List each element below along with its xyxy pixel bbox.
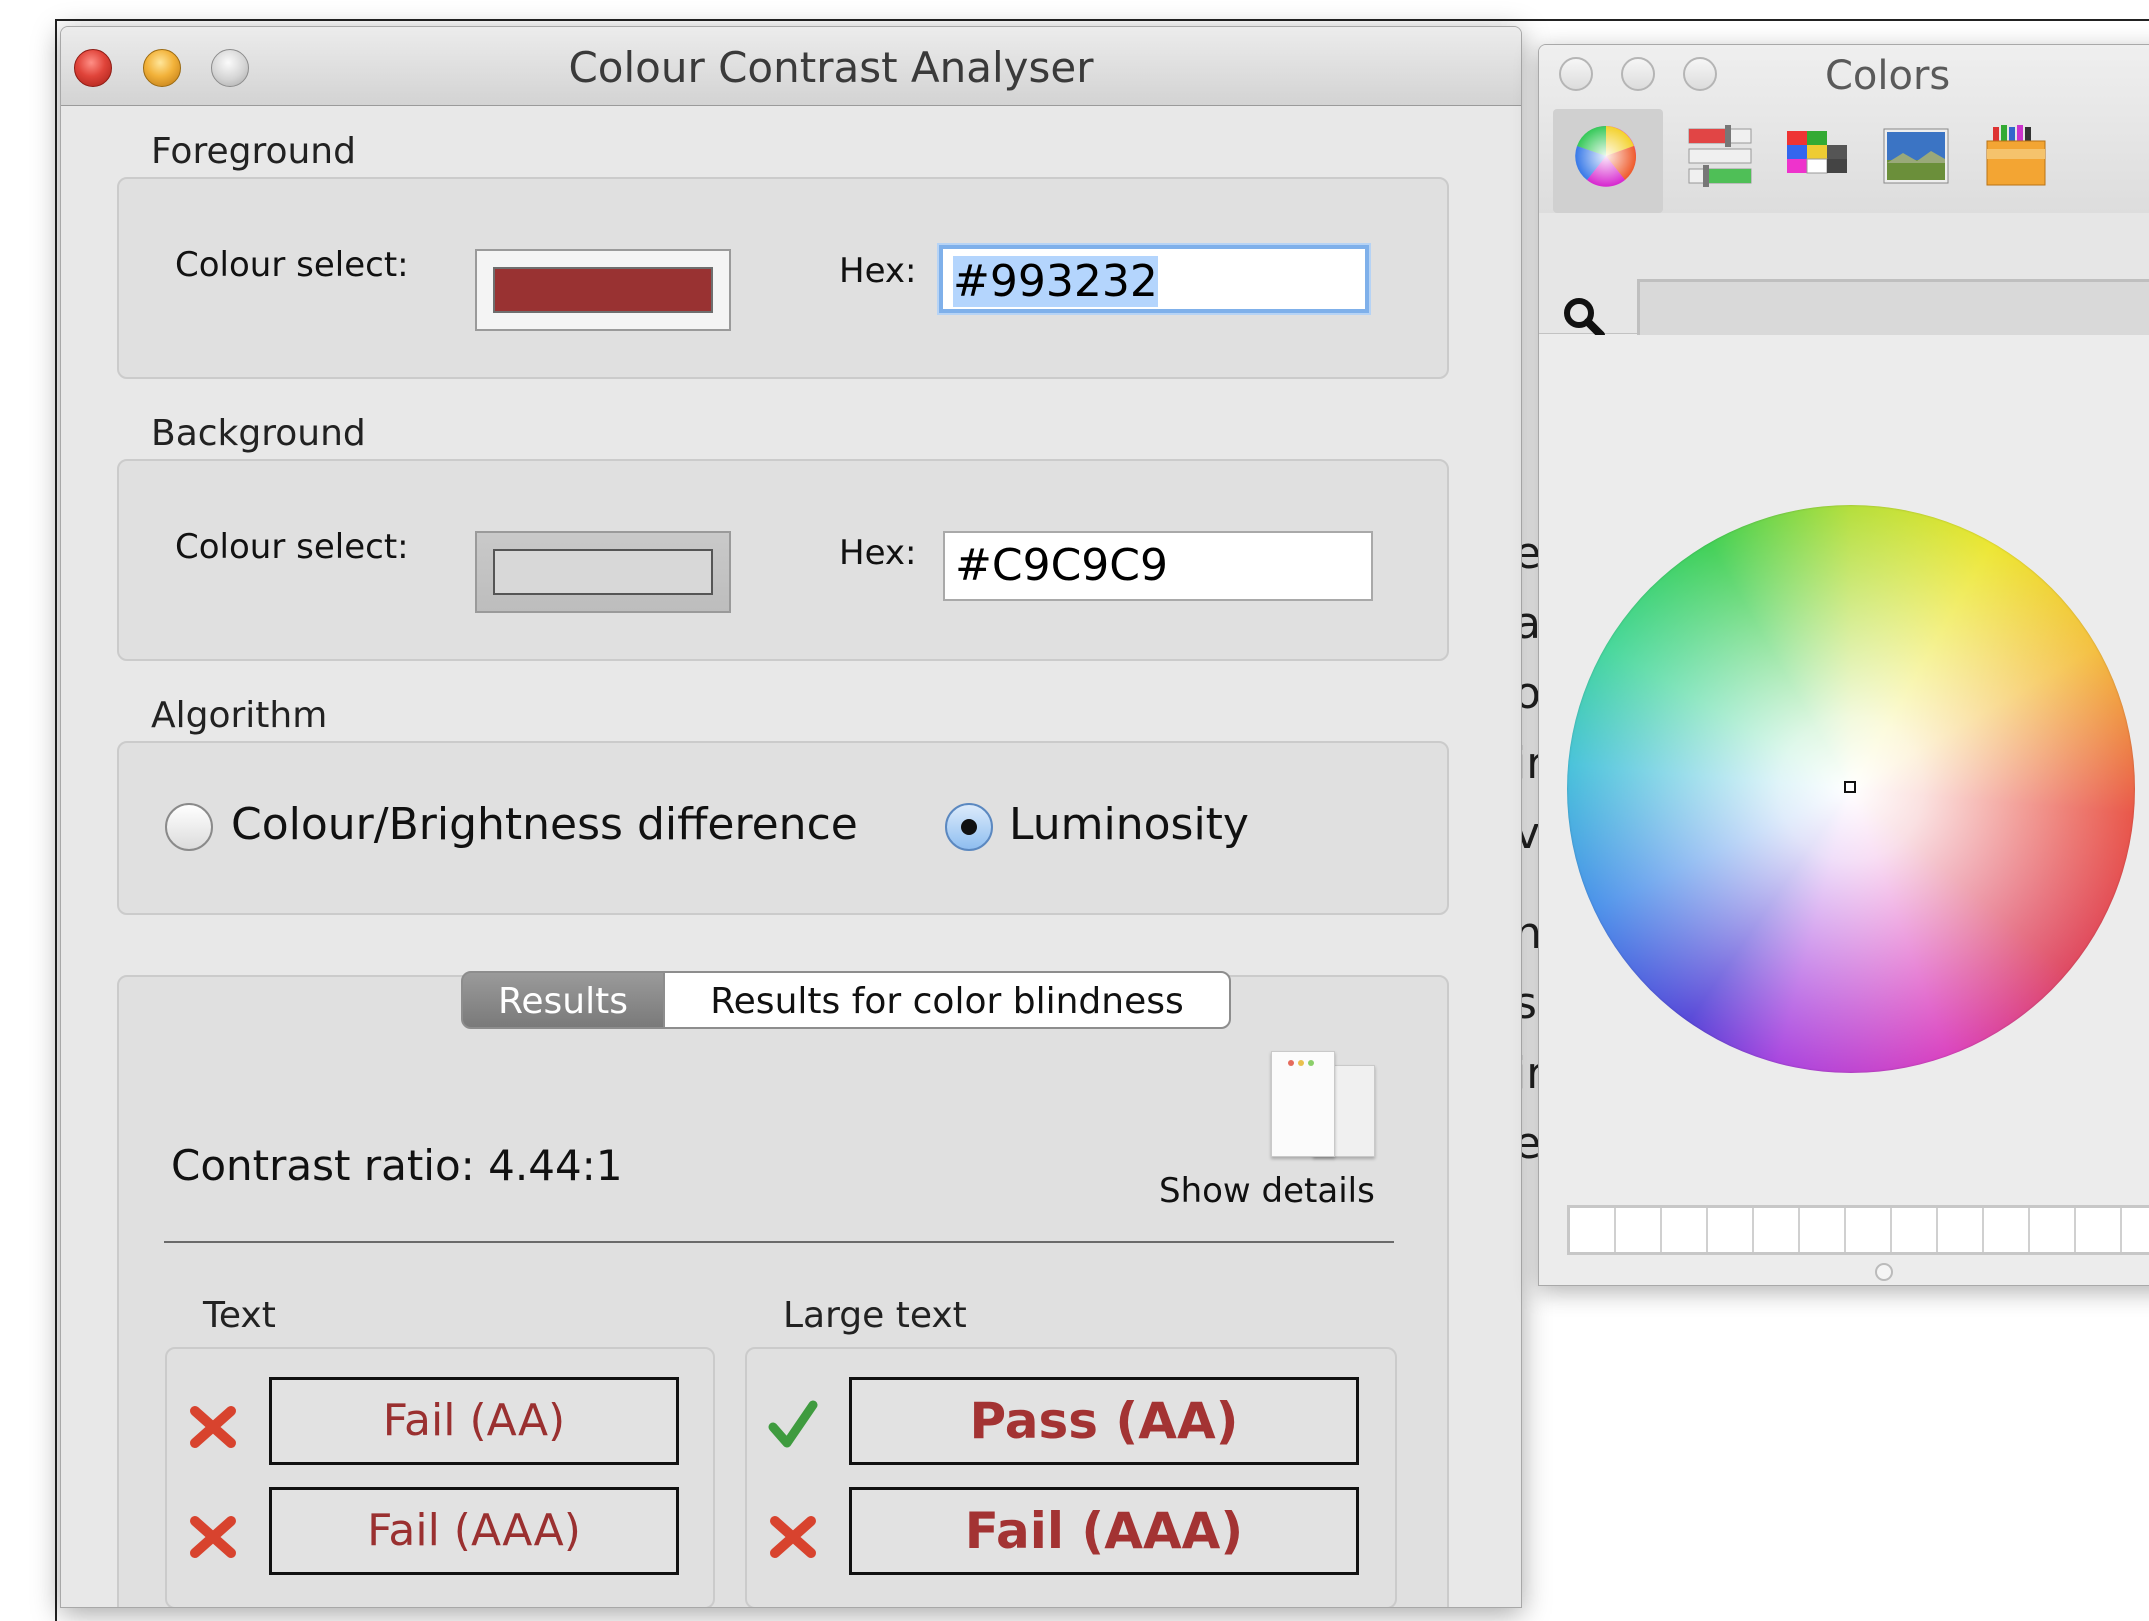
colors-panel-title: Colors — [1825, 53, 1951, 99]
foreground-group: Colour select: Hex: #993232 — [117, 177, 1449, 379]
swatch-slot[interactable] — [2122, 1208, 2149, 1252]
swatch-slot[interactable] — [1984, 1208, 2030, 1252]
large-text-aa-status: Pass (AA) — [849, 1377, 1359, 1465]
background-colour-select-label: Colour select: — [175, 527, 409, 567]
results-divider — [164, 1241, 1394, 1243]
large-text-results-label: Large text — [783, 1295, 967, 1336]
image-palettes-icon[interactable] — [1883, 123, 1949, 189]
foreground-hex-value: #993232 — [953, 256, 1158, 307]
show-details-icon[interactable] — [1271, 1045, 1381, 1157]
check-icon — [768, 1400, 818, 1448]
background-colour-swatch[interactable] — [475, 531, 731, 613]
colors-zoom-button[interactable] — [1683, 57, 1717, 91]
colors-search-area — [1539, 213, 2149, 363]
foreground-section-label: Foreground — [151, 131, 356, 172]
cross-icon — [190, 1406, 236, 1448]
swatch-slot[interactable] — [1616, 1208, 1662, 1252]
background-group: Colour select: Hex: #C9C9C9 — [117, 459, 1449, 661]
cross-icon — [770, 1516, 816, 1558]
swatch-strip-resize-handle[interactable] — [1875, 1263, 1893, 1281]
saved-swatches-strip[interactable] — [1567, 1205, 2149, 1255]
luminosity-label[interactable]: Luminosity — [1009, 799, 1249, 850]
crayons-icon[interactable] — [1983, 123, 2049, 189]
swatch-slot[interactable] — [1846, 1208, 1892, 1252]
tab-results[interactable]: Results — [461, 971, 665, 1029]
background-hex-input[interactable]: #C9C9C9 — [943, 531, 1373, 601]
colors-toolbar: Colors — [1539, 45, 2149, 214]
cross-icon — [190, 1516, 236, 1558]
background-section-label: Background — [151, 413, 366, 454]
swatch-slot[interactable] — [1754, 1208, 1800, 1252]
swatch-slot[interactable] — [1570, 1208, 1616, 1252]
swatch-slot[interactable] — [1662, 1208, 1708, 1252]
text-aa-status: Fail (AA) — [269, 1377, 679, 1465]
title-bar[interactable]: Colour Contrast Analyser — [61, 27, 1521, 106]
colors-close-button[interactable] — [1559, 57, 1593, 91]
window-title: Colour Contrast Analyser — [568, 43, 1094, 92]
swatch-slot[interactable] — [2076, 1208, 2122, 1252]
contrast-ratio: Contrast ratio: 4.44:1 — [171, 1141, 623, 1190]
swatch-slot[interactable] — [1708, 1208, 1754, 1252]
swatch-slot[interactable] — [1938, 1208, 1984, 1252]
color-wheel-icon[interactable] — [1573, 123, 1639, 189]
foreground-colour-select-label: Colour select: — [175, 245, 409, 285]
color-wheel-cursor[interactable] — [1844, 781, 1856, 793]
background-hex-value: #C9C9C9 — [955, 540, 1169, 591]
text-aaa-status: Fail (AAA) — [269, 1487, 679, 1575]
swatch-slot[interactable] — [2030, 1208, 2076, 1252]
luminosity-radio[interactable] — [945, 803, 993, 851]
colors-minimize-button[interactable] — [1621, 57, 1655, 91]
background-hex-label: Hex: — [839, 533, 917, 573]
algorithm-group: Colour/Brightness difference Luminosity — [117, 741, 1449, 915]
foreground-hex-label: Hex: — [839, 251, 917, 291]
colour-brightness-label[interactable]: Colour/Brightness difference — [231, 799, 858, 850]
color-wheel[interactable] — [1567, 505, 2135, 1073]
foreground-colour-swatch[interactable] — [475, 249, 731, 331]
swatch-slot[interactable] — [1800, 1208, 1846, 1252]
swatch-slot[interactable] — [1892, 1208, 1938, 1252]
background-swatch-fill — [493, 549, 713, 595]
large-text-aaa-status: Fail (AAA) — [849, 1487, 1359, 1575]
show-details-button[interactable]: Show details — [1159, 1171, 1375, 1211]
foreground-swatch-fill — [493, 267, 713, 313]
colour-brightness-radio[interactable] — [165, 803, 213, 851]
foreground-hex-input[interactable]: #993232 — [939, 245, 1369, 313]
large-text-results-group: Pass (AA) Fail (AAA) — [745, 1347, 1397, 1607]
text-results-group: Fail (AA) Fail (AAA) — [165, 1347, 715, 1607]
tab-results-color-blindness[interactable]: Results for color blindness — [663, 971, 1231, 1029]
algorithm-section-label: Algorithm — [151, 695, 328, 736]
color-palettes-icon[interactable] — [1785, 123, 1851, 189]
text-results-label: Text — [203, 1295, 276, 1336]
colour-contrast-analyser-window: Colour Contrast Analyser Foreground Colo… — [60, 26, 1522, 1608]
color-wheel-area — [1539, 335, 2149, 1215]
color-sliders-icon[interactable] — [1687, 123, 1753, 189]
colors-panel-window: Colors — [1538, 44, 2149, 1286]
